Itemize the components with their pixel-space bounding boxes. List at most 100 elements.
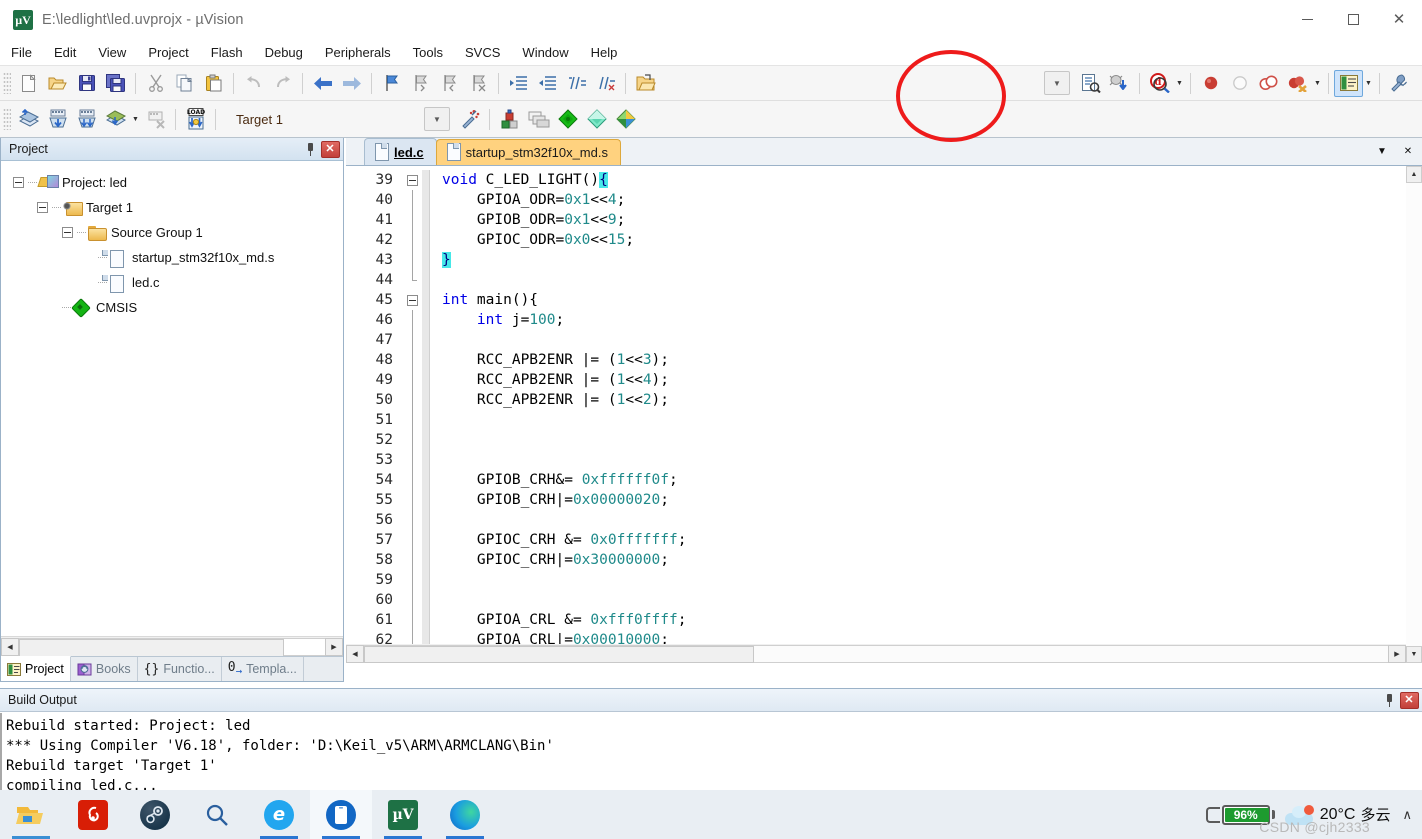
find-in-files-dropdown-icon[interactable]: ▼ [1174,70,1185,97]
scroll-track[interactable] [364,644,1388,663]
menu-file[interactable]: File [1,42,42,63]
menu-peripherals[interactable]: Peripherals [315,42,401,63]
target-selector-dropdown-icon[interactable]: ▼ [424,107,450,131]
minimize-button[interactable] [1284,0,1330,39]
code-view[interactable]: 39 void C_LED_LIGHT(){40 GPIOA_ODR=0x1<<4… [346,166,1422,663]
code-line[interactable]: 59 [346,570,1390,590]
manage-windows-dropdown-icon[interactable]: ▼ [1363,70,1374,97]
scroll-down-icon[interactable]: ▼ [1406,646,1422,663]
comment-icon[interactable] [562,70,591,97]
tree-item-startup-file[interactable]: startup_stm32f10x_md.s [13,245,343,270]
expander-minus-icon[interactable] [62,227,73,238]
pack-installer-green-icon[interactable] [553,106,582,133]
tab-list-dropdown-icon[interactable]: ▼ [1370,141,1394,163]
tab-templates[interactable]: 0→ Templa... [221,657,304,681]
pack-installer-teal-icon[interactable] [582,106,611,133]
insert-bookmark-icon[interactable] [377,70,406,97]
navigate-backward-icon[interactable] [308,70,337,97]
scroll-left-icon[interactable]: ◀ [1,637,19,656]
rebuild-all-icon[interactable] [72,106,101,133]
toolbar-grip[interactable] [3,72,11,94]
find-in-files-icon[interactable]: d [1145,70,1174,97]
menu-flash[interactable]: Flash [201,42,253,63]
code-line[interactable]: 55 GPIOB_CRH|=0x00000020; [346,490,1390,510]
code-line[interactable]: 48 RCC_APB2ENR |= (1<<3); [346,350,1390,370]
tab-project[interactable]: Project [1,656,71,681]
paste-icon[interactable] [199,70,228,97]
clear-bookmarks-icon[interactable] [464,70,493,97]
scroll-thumb[interactable] [364,645,754,663]
tree-item-cmsis[interactable]: CMSIS [13,295,343,320]
indent-icon[interactable] [504,70,533,97]
code-line[interactable]: 49 RCC_APB2ENR |= (1<<4); [346,370,1390,390]
code-line[interactable]: 61 GPIOA_CRL &= 0xfff0ffff; [346,610,1390,630]
menu-edit[interactable]: Edit [44,42,86,63]
code-line[interactable]: 41 GPIOB_ODR=0x1<<9; [346,210,1390,230]
code-line[interactable]: 51 [346,410,1390,430]
fold-collapse-icon[interactable] [402,290,422,310]
translate-file-icon[interactable] [14,106,43,133]
tree-item-target[interactable]: Target 1 [13,195,343,220]
taskbar-explorer[interactable] [0,790,62,839]
debug-session-icon[interactable] [1105,70,1134,97]
expander-minus-icon[interactable] [37,202,48,213]
download-icon[interactable]: LOAD [181,106,210,133]
open-file-folder-icon[interactable] [631,70,660,97]
build-target-icon[interactable] [43,106,72,133]
taskbar-steam[interactable] [124,790,186,839]
code-line[interactable]: 42 GPIOC_ODR=0x0<<15; [346,230,1390,250]
close-button[interactable]: ✕ [1376,0,1422,39]
target-selector[interactable]: Target 1 [229,107,424,131]
code-line[interactable]: 57 GPIOC_CRH &= 0x0fffffff; [346,530,1390,550]
maximize-button[interactable] [1330,0,1376,39]
close-icon[interactable]: ✕ [1399,691,1419,710]
project-horizontal-scrollbar[interactable]: ◀ ▶ [1,636,343,657]
code-line[interactable]: 60 [346,590,1390,610]
code-line[interactable]: 45 int main(){ [346,290,1390,310]
tab-books[interactable]: Books [70,657,138,681]
taskbar-search[interactable] [186,790,248,839]
code-line[interactable]: 53 [346,450,1390,470]
save-all-icon[interactable] [101,70,130,97]
code-horizontal-scrollbar[interactable]: ◀ ▶ [346,644,1406,663]
menu-debug[interactable]: Debug [255,42,313,63]
tab-functions[interactable]: {} Functio... [137,657,222,681]
pin-icon[interactable] [1379,691,1399,710]
insert-breakpoint-icon[interactable] [1196,70,1225,97]
code-vertical-scrollbar[interactable]: ▲ ▼ [1406,166,1422,663]
scroll-up-icon[interactable]: ▲ [1406,166,1422,183]
code-line[interactable]: 54 GPIOB_CRH&= 0xffffff0f; [346,470,1390,490]
save-icon[interactable] [72,70,101,97]
taskbar-edge[interactable] [434,790,496,839]
tree-item-source-group[interactable]: Source Group 1 [13,220,343,245]
toolbar-grip[interactable] [3,108,11,130]
scroll-right-icon[interactable]: ▶ [325,637,343,656]
next-bookmark-icon[interactable] [435,70,464,97]
pin-icon[interactable] [300,140,320,159]
batch-build-dropdown-icon[interactable]: ▼ [130,106,141,133]
scroll-track[interactable] [19,637,325,657]
editor-tab-led-c[interactable]: led.c [364,138,437,165]
tree-item-project[interactable]: Project: led [13,170,343,195]
pack-installer-mixed-icon[interactable] [611,106,640,133]
previous-bookmark-icon[interactable] [406,70,435,97]
show-hidden-icons-icon[interactable]: ∧ [1402,807,1412,823]
source-browse-icon[interactable] [1076,70,1105,97]
scroll-left-icon[interactable]: ◀ [346,644,364,663]
batch-build-icon[interactable] [101,106,130,133]
undo-icon[interactable] [239,70,268,97]
taskbar-keil-uvision[interactable]: µV [372,790,434,839]
menu-svcs[interactable]: SVCS [455,42,510,63]
scroll-thumb[interactable] [19,638,284,657]
close-icon[interactable]: ✕ [320,140,340,159]
configuration-wizard-dropdown-icon[interactable]: ▼ [1044,71,1070,95]
code-line[interactable]: 40 GPIOA_ODR=0x1<<4; [346,190,1390,210]
redo-icon[interactable] [268,70,297,97]
close-document-icon[interactable]: ✕ [1396,141,1420,163]
scroll-right-icon[interactable]: ▶ [1388,644,1406,663]
code-line[interactable]: 39 void C_LED_LIGHT(){ [346,170,1390,190]
menu-project[interactable]: Project [138,42,198,63]
target-options-icon[interactable] [455,106,484,133]
menu-window[interactable]: Window [512,42,578,63]
cut-icon[interactable] [141,70,170,97]
